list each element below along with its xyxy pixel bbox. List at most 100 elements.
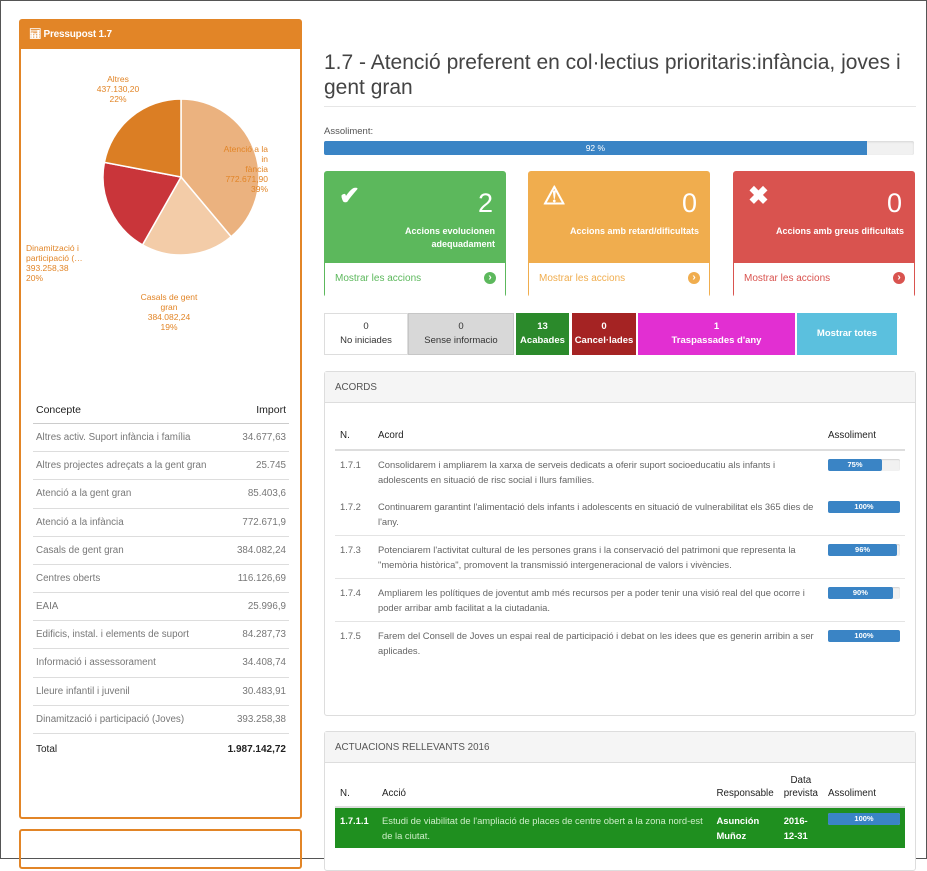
acord-progress-fill: 90% bbox=[828, 587, 893, 599]
actuacio-date: 2016-12-31 bbox=[778, 807, 823, 848]
budget-table: Concepte Import Altres activ. Suport inf… bbox=[33, 394, 289, 763]
delayed-text: Accions amb retard/dificultats bbox=[569, 226, 699, 236]
import-cell: 393.258,38 bbox=[216, 705, 289, 734]
actuacions-title: ACTUACIONS RELLEVANTS 2016 bbox=[325, 732, 915, 763]
filter-transferred-count: 1 bbox=[713, 321, 720, 332]
pie-label-line: 19% bbox=[160, 322, 177, 332]
acord-number: 1.7.4 bbox=[335, 578, 373, 622]
on-track-text: Accions evolucionen adequadament bbox=[404, 226, 495, 249]
acord-progress-fill: 96% bbox=[828, 544, 898, 556]
filter-cancelled[interactable]: 0 Cancel·lades bbox=[572, 313, 636, 355]
actuacions-panel: ACTUACIONS RELLEVANTS 2016 N. Acció Resp… bbox=[324, 731, 916, 871]
pie-slice-label: Dinamització i participació (… 393.258,38 2… bbox=[26, 243, 83, 283]
serious-show-link[interactable]: Mostrar les accions › bbox=[734, 263, 914, 298]
pie-label-line: 393.258,38 bbox=[26, 263, 69, 273]
concept-cell: Edificis, instal. i elements de suport bbox=[33, 620, 217, 650]
table-row: Dinamització i participació (Joves) 393.2… bbox=[33, 705, 289, 734]
import-cell: 116.126,69 bbox=[216, 564, 289, 594]
budget-panel-next bbox=[19, 829, 302, 869]
acord-progress-fill: 75% bbox=[828, 459, 882, 471]
arrow-right-icon: › bbox=[893, 272, 905, 284]
acords-table: N. Acord Assoliment 1.7.1 Consolidarem i … bbox=[335, 416, 905, 664]
filter-no-info-label: Sense informacio bbox=[424, 335, 498, 346]
pie-label-line: 39% bbox=[251, 184, 268, 194]
on-track-link-label: Mostrar les accions bbox=[335, 273, 422, 284]
pie-label-line: Casals de gent bbox=[141, 292, 198, 302]
import-cell: 85.403,6 bbox=[216, 479, 289, 509]
import-cell: 34.677,63 bbox=[216, 423, 289, 453]
card-serious: ✖ 0 Accions amb greus dificultats Mostra… bbox=[733, 171, 915, 298]
total-value: 1.987.142,72 bbox=[227, 743, 286, 755]
pie-slice-label: Altres 437.130,20 22% bbox=[97, 74, 140, 104]
acord-text: Continuarem garantint l'alimentació dels… bbox=[378, 501, 814, 527]
delayed-show-link[interactable]: Mostrar les accions › bbox=[529, 263, 709, 298]
concept-cell: Altres activ. Suport infància i família bbox=[33, 423, 217, 453]
actuacio-text: Estudi de viabilitat de l'ampliació de p… bbox=[377, 807, 712, 848]
filter-show-all-label: Mostrar totes bbox=[816, 328, 878, 339]
pie-label-line: gran bbox=[160, 302, 177, 312]
import-cell: 384.082,24 bbox=[216, 536, 289, 565]
pie-label-line: Altres bbox=[107, 74, 129, 84]
acord-text: Ampliarem les polítiques de joventut amb… bbox=[373, 578, 823, 622]
acords-panel: ACORDS N. Acord Assoliment 1.7.1 Consolid… bbox=[324, 371, 916, 716]
col-concept-header: Concepte bbox=[33, 394, 217, 424]
delayed-link-label: Mostrar les accions bbox=[539, 273, 626, 284]
import-cell: 34.408,74 bbox=[216, 648, 289, 678]
pie-label-line: 20% bbox=[26, 273, 43, 283]
acord-progress: 100% bbox=[828, 501, 900, 513]
table-row: Altres activ. Suport infància i família 3… bbox=[33, 423, 289, 453]
act-col-assoliment: Assoliment bbox=[823, 766, 905, 808]
import-cell: 772.671,9 bbox=[216, 508, 289, 537]
acord-text: Consolidarem i ampliarem la xarxa de ser… bbox=[373, 449, 823, 493]
pie-slice[interactable] bbox=[103, 98, 182, 178]
filter-show-all[interactable]: Mostrar totes bbox=[797, 313, 897, 355]
acord-progress-fill: 100% bbox=[828, 630, 900, 642]
arrow-right-icon: › bbox=[688, 272, 700, 284]
filter-not-started[interactable]: 0 No iniciades bbox=[324, 313, 408, 355]
table-total-row: Total 1.987.142,72 bbox=[33, 733, 289, 763]
act-col-data: Data prevista bbox=[778, 766, 823, 808]
acord-text: Farem del Consell de Joves un espai real… bbox=[373, 621, 823, 664]
pie-label-line: Atenció a la bbox=[224, 144, 269, 154]
filter-finished[interactable]: 13 Acabades bbox=[516, 313, 569, 355]
page-title: 1.7 - Atenció preferent en col·lectius p… bbox=[324, 51, 901, 99]
concept-cell: Centres oberts bbox=[33, 564, 217, 594]
acords-col-assoliment: Assoliment bbox=[823, 416, 905, 451]
import-cell: 30.483,91 bbox=[216, 677, 289, 706]
table-row: Lleure infantil i juvenil 30.483,91 bbox=[33, 677, 289, 706]
acord-progress-cell: 100% bbox=[823, 621, 905, 664]
filter-transferred[interactable]: 1 Traspassades d'any bbox=[638, 313, 795, 355]
budget-pie-chart: Altres 437.130,20 22% Atenció a la in fància 7… bbox=[26, 74, 269, 332]
table-row: Casals de gent gran 384.082,24 bbox=[33, 536, 289, 565]
filter-no-info[interactable]: 0 Sense informacio bbox=[408, 313, 514, 355]
pie-slice-label: Casals de gent gran 384.082,24 19% bbox=[141, 292, 198, 332]
concept-cell: Casals de gent gran bbox=[33, 536, 217, 565]
act-col-n: N. bbox=[335, 766, 377, 808]
pie-label-line: 772.671,90 bbox=[225, 174, 268, 184]
acord-text: Potenciarem l'activitat cultural de les … bbox=[373, 535, 823, 579]
concept-cell: Altres projectes adreçats a la gent gran bbox=[33, 451, 217, 481]
actuacio-progress-cell: 100% bbox=[823, 807, 905, 848]
concept-cell: Dinamització i participació (Joves) bbox=[33, 705, 217, 734]
serious-link-label: Mostrar les accions bbox=[744, 273, 831, 284]
import-cell: 84.287,73 bbox=[216, 620, 289, 650]
assoliment-progress: 92 % bbox=[324, 141, 914, 155]
table-row: Altres projectes adreçats a la gent gran… bbox=[33, 451, 289, 481]
acord-progress-cell: 90% bbox=[823, 578, 905, 622]
acord-progress-cell: 75% bbox=[823, 449, 905, 493]
acords-col-acord: Acord bbox=[373, 416, 823, 451]
acord-number: 1.7.5 bbox=[335, 621, 373, 664]
filter-cancelled-count: 0 bbox=[601, 321, 607, 332]
concept-cell: Lleure infantil i juvenil bbox=[33, 677, 217, 706]
acord-number: 1.7.1 bbox=[335, 449, 373, 493]
on-track-show-link[interactable]: Mostrar les accions › bbox=[325, 263, 505, 298]
bar-chart-icon: 📊︎ bbox=[29, 29, 42, 40]
table-row: Centres oberts 116.126,69 bbox=[33, 564, 289, 594]
budget-panel-title: Pressupost 1.7 bbox=[43, 29, 113, 40]
acord-progress: 75% bbox=[828, 459, 900, 471]
assoliment-label: Assoliment: bbox=[324, 126, 374, 137]
actuacio-number: 1.7.1.1 bbox=[335, 807, 377, 848]
filter-finished-count: 13 bbox=[537, 321, 548, 332]
acords-col-n: N. bbox=[335, 416, 373, 451]
pie-label-line: Dinamització i bbox=[26, 243, 79, 253]
